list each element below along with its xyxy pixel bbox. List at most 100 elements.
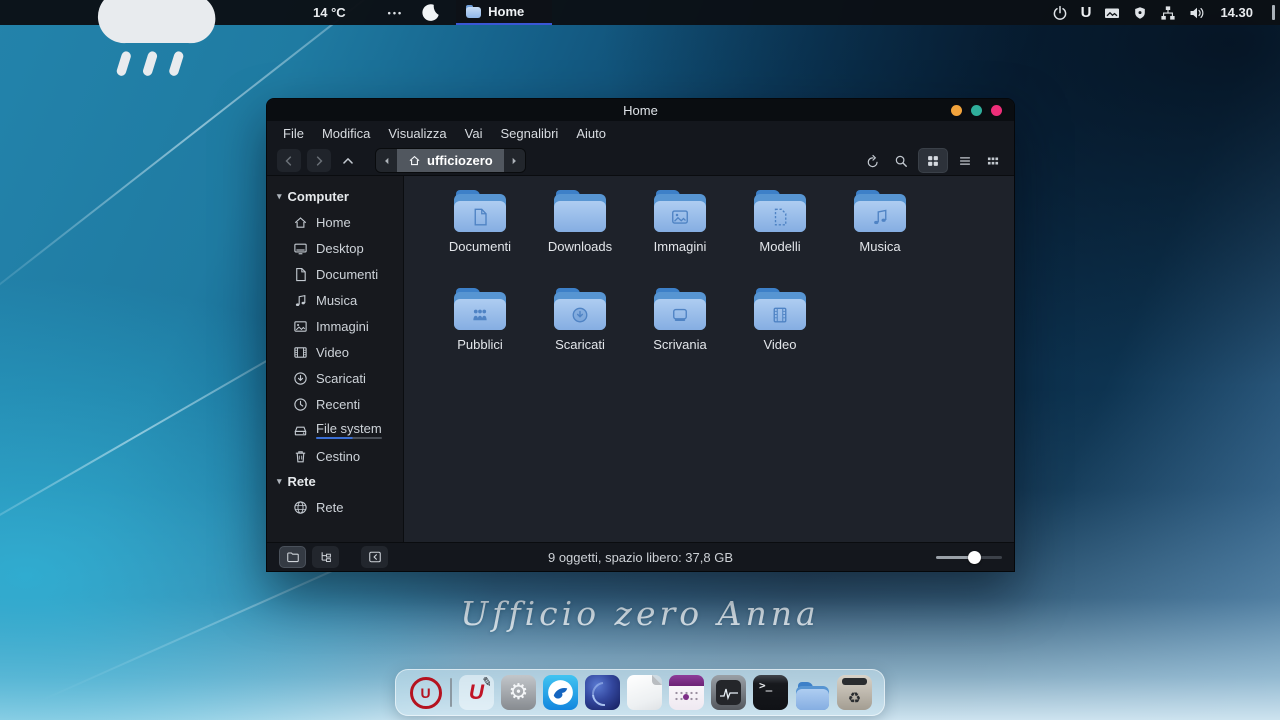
taskbar-window-button-home[interactable]: Home [456,0,552,25]
folder-item[interactable]: Pubblici [430,288,530,352]
folder-label: Musica [859,239,900,254]
sidebar-item[interactable]: File system [267,417,403,443]
folder-item[interactable]: Immagini [630,190,730,254]
pen-icon: ✎ [481,674,494,690]
dock-item-terminal[interactable]: >_ [753,675,788,710]
menubar-item[interactable]: Visualizza [379,126,455,141]
sidebar-computer-items: Home Desktop Documenti [267,209,403,469]
back-button[interactable] [277,149,301,172]
list-view-button[interactable] [954,149,976,172]
folder-item[interactable]: Video [730,288,830,352]
power-icon[interactable] [1052,5,1068,21]
dock-item-calendar[interactable] [669,675,704,710]
weather-applet[interactable]: 14 °C [8,0,346,88]
folder-label: Scrivania [653,337,706,352]
zoom-slider-handle[interactable] [968,551,981,564]
sidebar-item[interactable]: Cestino [267,443,403,469]
close-button[interactable] [991,105,1002,116]
sidebar-item-icon [293,293,308,308]
zoom-slider[interactable] [936,551,1002,564]
dock-item-trash[interactable]: ♻ [837,675,872,710]
folder-item[interactable]: Modelli [730,190,830,254]
window-controls [951,99,1002,121]
menubar-item[interactable]: Vai [456,126,492,141]
sidebar-item[interactable]: Immagini [267,313,403,339]
weather-temperature: 14 °C [313,5,346,20]
sidepane-shortcuts-button[interactable] [279,546,306,568]
path-scroll-right-button[interactable] [504,149,525,172]
menubar-item[interactable]: File [274,126,313,141]
sidebar-item[interactable]: Desktop [267,235,403,261]
path-scroll-left-button[interactable] [376,149,397,172]
forward-button[interactable] [307,149,331,172]
folder-label: Documenti [449,239,511,254]
menubar-item[interactable]: Aiuto [567,126,615,141]
folder-label: Scaricati [555,337,605,352]
folder-label: Immagini [654,239,707,254]
sidebar-item[interactable]: Musica [267,287,403,313]
path-segment-home[interactable]: ufficiozero [397,149,504,172]
dock-item-file-manager[interactable] [795,675,830,710]
sidebar-section-rete[interactable]: Rete [267,469,403,494]
dock-item-browser[interactable] [543,675,578,710]
folder-item[interactable]: Musica [830,190,930,254]
home-icon [408,154,421,167]
sidebar-item[interactable]: Video [267,339,403,365]
minimize-button[interactable] [951,105,962,116]
up-button[interactable] [337,149,359,172]
compact-view-button[interactable] [982,149,1004,172]
clock[interactable]: 14.30 [1220,5,1253,20]
file-manager-window: Home FileModificaVisualizzaVaiSegnalibri… [266,98,1015,572]
folder-glyph-icon [670,207,690,227]
folder-icon [754,288,806,330]
menubar-item[interactable]: Modifica [313,126,379,141]
panel-menu-dots-button[interactable]: ••• [388,8,403,18]
terminal-prompt-icon: >_ [759,679,772,692]
sidebar-item[interactable]: Rete [267,494,403,520]
icon-view-button[interactable] [918,148,948,173]
weather-cloud-rain-icon [8,0,308,88]
maximize-button[interactable] [971,105,982,116]
reload-button[interactable] [862,149,884,172]
folder-icon [654,288,706,330]
dock-item-text-editor[interactable] [627,675,662,710]
folder-item[interactable]: Scrivania [630,288,730,352]
folder-glyph-icon [570,207,590,227]
sidebar-rete-items: Rete [267,494,403,520]
folder-item[interactable]: Downloads [530,190,630,254]
volume-icon[interactable] [1189,5,1205,21]
hide-sidepane-button[interactable] [361,546,388,568]
window-titlebar[interactable]: Home [267,99,1014,121]
sidebar-item[interactable]: Home [267,209,403,235]
shield-icon[interactable] [1133,6,1147,20]
search-button[interactable] [890,149,912,172]
sidebar-section-computer[interactable]: Computer [267,184,403,209]
folder-item[interactable]: Scaricati [530,288,630,352]
menubar-item[interactable]: Segnalibri [492,126,568,141]
sidepane-tree-button[interactable] [312,546,339,568]
dock-item-mail[interactable] [585,675,620,710]
network-icon[interactable] [1160,5,1176,21]
folder-icon [554,288,606,330]
desktop-watermark: Ufficio zero Anna [0,594,1280,633]
statusbar: 9 oggetti, spazio libero: 37,8 GB [267,542,1014,571]
sidebar-item-icon [293,449,308,464]
dock-item-system-monitor[interactable] [711,675,746,710]
sidebar-item[interactable]: Recenti [267,391,403,417]
sidebar-item[interactable]: Scaricati [267,365,403,391]
folder-icon [796,682,829,710]
sidebar-item-icon [293,500,308,515]
toolbar: ufficiozero [267,146,1014,176]
ufficiozero-logo-icon[interactable]: U [1081,4,1092,21]
night-mode-moon-icon[interactable] [421,3,440,22]
wallpaper-switcher-icon[interactable] [1104,5,1120,21]
dock-item-settings[interactable]: ⚙ [501,675,536,710]
sidebar: Computer Home Desktop [267,176,404,542]
sidebar-item[interactable]: Documenti [267,261,403,287]
dock-item-uz-menu[interactable]: U [408,675,443,710]
folder-item[interactable]: Documenti [430,190,530,254]
dock-item-uz-writer[interactable]: U ✎ [459,675,494,710]
show-desktop-button[interactable] [1272,5,1275,20]
folder-glyph-icon [470,207,490,227]
menubar: FileModificaVisualizzaVaiSegnalibriAiuto [267,121,1014,146]
